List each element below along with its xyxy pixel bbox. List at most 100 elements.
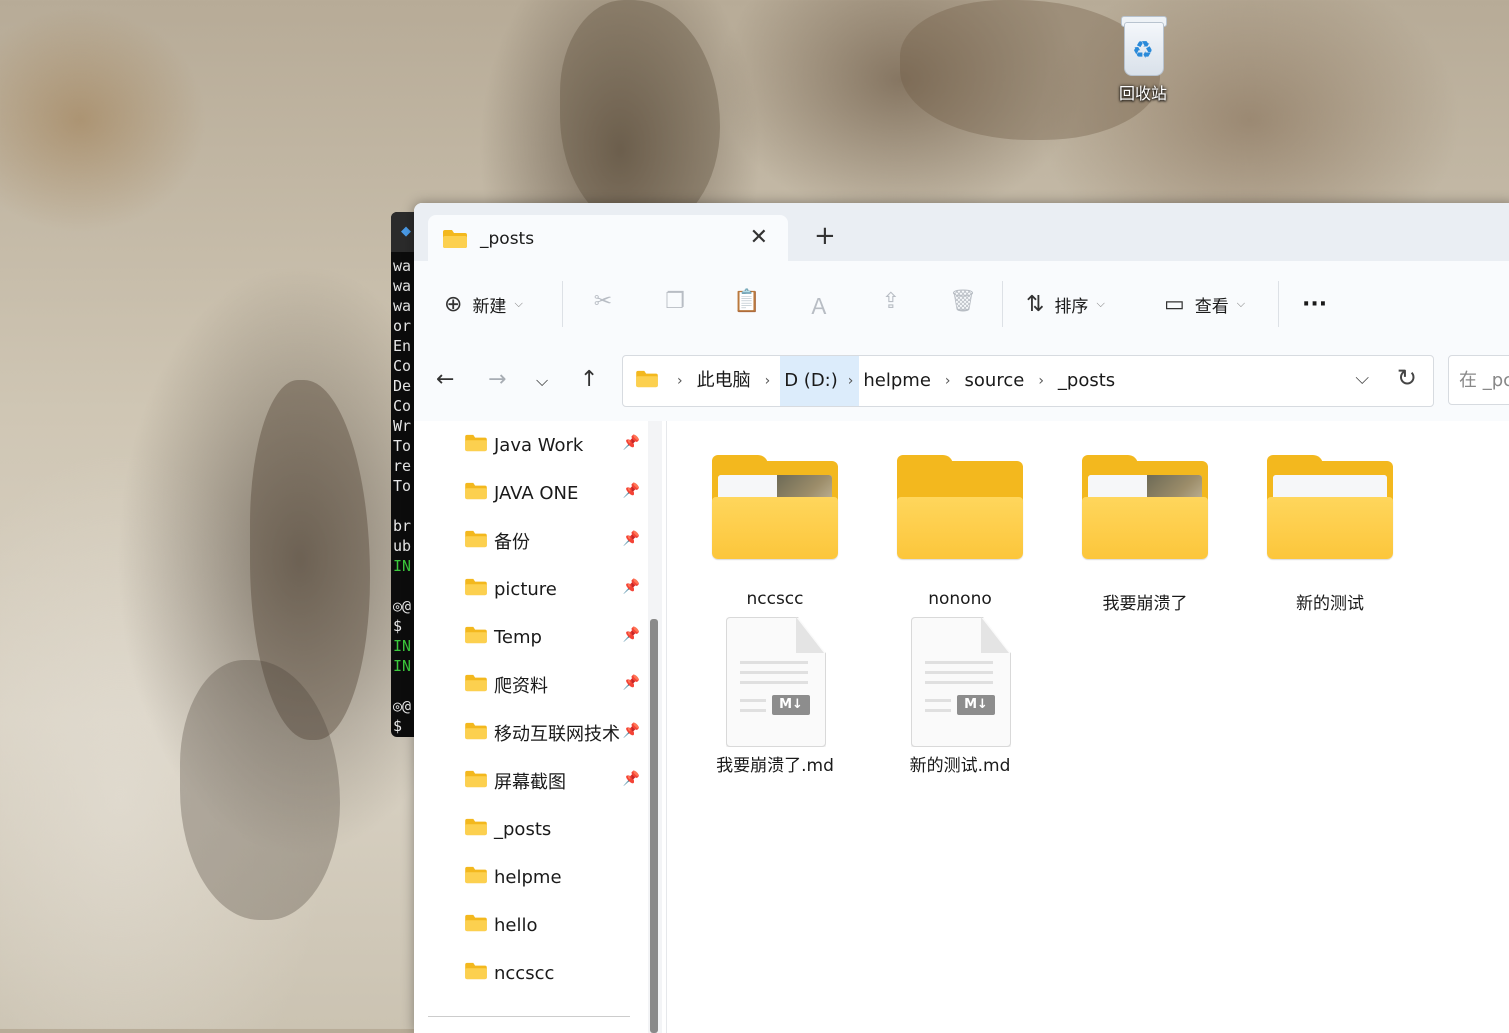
- sidebar-item[interactable]: JAVA ONE 📌: [464, 475, 644, 511]
- folder-icon: [464, 482, 488, 505]
- pin-icon: 📌: [622, 723, 640, 739]
- terminal-line: Wr: [393, 417, 412, 435]
- pin-icon: 📌: [622, 531, 640, 547]
- paste-icon[interactable]: 📋: [732, 289, 762, 314]
- large-folder-icon: [1082, 455, 1208, 561]
- file-name-label: 新的测试: [1296, 594, 1364, 614]
- tab-posts[interactable]: _posts ✕: [428, 215, 788, 263]
- sort-button[interactable]: ⇅ 排序 ⌵: [1026, 289, 1105, 319]
- folder-icon: [464, 530, 488, 553]
- sidebar-item[interactable]: Java Work 📌: [464, 427, 644, 463]
- breadcrumb-d-drive[interactable]: D (D:): [780, 356, 842, 406]
- sort-label: 排序: [1054, 296, 1089, 317]
- up-arrow-icon[interactable]: ↑: [580, 367, 598, 392]
- terminal-line: En: [393, 337, 412, 355]
- sidebar-item-label: hello: [494, 914, 538, 936]
- folder-icon: [464, 674, 488, 697]
- more-options-button[interactable]: ···: [1302, 289, 1327, 319]
- terminal-line: or: [393, 317, 412, 335]
- toolbar-divider: [1002, 281, 1003, 327]
- navigation-scrollbar-thumb[interactable]: [650, 619, 658, 1033]
- chevron-down-icon: ⌵: [1096, 297, 1105, 310]
- copy-icon[interactable]: ❐: [660, 289, 690, 314]
- breadcrumb-separator-icon[interactable]: ›: [755, 373, 781, 389]
- md-badge: M↓: [957, 695, 995, 715]
- pin-icon: 📌: [622, 483, 640, 499]
- folder-item[interactable]: 我要崩溃了: [1060, 451, 1230, 614]
- terminal-window[interactable]: ◆ wa wa wa or En Co De Co Wr To re To br ub IN ◎@ $ IN I…: [391, 212, 415, 737]
- sidebar-item-label: picture: [494, 578, 557, 600]
- folder-item[interactable]: 新的测试: [1245, 451, 1415, 614]
- view-button[interactable]: ▭ 查看 ⌵: [1164, 289, 1245, 319]
- sidebar-item-label: Java Work: [494, 434, 584, 456]
- sidebar-item[interactable]: 爬资料 📌: [464, 667, 644, 703]
- sidebar-item[interactable]: _posts: [464, 811, 644, 847]
- sidebar-item[interactable]: Temp 📌: [464, 619, 644, 655]
- file-item[interactable]: M↓ 我要崩溃了.md: [690, 617, 860, 776]
- new-tab-button[interactable]: +: [814, 223, 836, 249]
- folder-icon: [464, 866, 488, 889]
- terminal-line: IN: [393, 657, 412, 675]
- close-tab-button[interactable]: ✕: [750, 225, 768, 250]
- sidebar-item-label: 备份: [494, 532, 530, 553]
- file-list: nccscc nonono 我要崩溃了 新的测试 nccs M↓ 我要崩溃了.md M↓ 新的测…: [667, 421, 1509, 1033]
- sidebar-item[interactable]: nccscc: [464, 955, 644, 991]
- breadcrumb-source[interactable]: source: [961, 356, 1029, 406]
- recycle-bin-desktop-icon[interactable]: ♻ 回收站: [1108, 14, 1178, 104]
- folder-icon: [464, 578, 488, 601]
- new-label: 新建: [472, 296, 507, 317]
- share-icon[interactable]: ⇪: [876, 289, 906, 314]
- sidebar-item[interactable]: 备份 📌: [464, 523, 644, 559]
- md-badge: M↓: [772, 695, 810, 715]
- breadcrumb-separator-icon[interactable]: ›: [667, 373, 693, 389]
- back-arrow-icon[interactable]: ←: [436, 367, 454, 392]
- rename-icon[interactable]: Ａ: [804, 289, 834, 321]
- terminal-titlebar[interactable]: ◆: [391, 212, 415, 252]
- tab-title: _posts: [480, 229, 535, 249]
- sidebar-item-label: helpme: [494, 866, 562, 888]
- forward-arrow-icon[interactable]: →: [488, 367, 506, 392]
- new-button[interactable]: ⊕ 新建 ⌵: [444, 289, 523, 319]
- breadcrumb-helpme[interactable]: helpme: [859, 356, 935, 406]
- sidebar-item[interactable]: 移动互联网技术 📌: [464, 715, 644, 751]
- tab-bar: _posts ✕ +: [414, 203, 1509, 263]
- breadcrumb-separator-icon[interactable]: ›: [935, 373, 961, 389]
- large-folder-icon: [897, 455, 1023, 561]
- folder-item[interactable]: nonono: [875, 451, 1045, 609]
- pin-icon: 📌: [622, 675, 640, 691]
- file-name-label: nonono: [928, 589, 992, 609]
- folder-icon: [464, 626, 488, 649]
- file-name-label: 我要崩溃了: [1102, 594, 1188, 614]
- plus-circle-icon: ⊕: [444, 291, 463, 317]
- sidebar-item[interactable]: hello: [464, 907, 644, 943]
- command-bar: ⊕ 新建 ⌵ ✂ ❐ 📋 Ａ ⇪ 🗑 ⇅ 排序 ⌵ ▭ 查看 ⌵ ···: [414, 261, 1509, 346]
- sidebar-item[interactable]: helpme: [464, 859, 644, 895]
- recent-locations-chevron-icon[interactable]: ⌵: [536, 371, 548, 391]
- terminal-line: ◎@: [393, 697, 412, 715]
- file-explorer-window: _posts ✕ + ⊕ 新建 ⌵ ✂ ❐ 📋 Ａ ⇪ 🗑 ⇅ 排序 ⌵ ▭ 查…: [414, 203, 1509, 1033]
- sidebar-item[interactable]: picture 📌: [464, 571, 644, 607]
- file-name-label: 我要崩溃了.md: [716, 756, 834, 776]
- terminal-line: re: [393, 457, 412, 475]
- folder-icon: [464, 962, 488, 985]
- breadcrumb-separator-icon[interactable]: ›: [1028, 373, 1054, 389]
- breadcrumb-this-pc[interactable]: 此电脑: [693, 356, 755, 406]
- refresh-icon[interactable]: ↻: [1397, 364, 1417, 392]
- file-name-label: nccscc: [746, 589, 804, 609]
- address-bar[interactable]: › 此电脑 › D (D:) › helpme › source › _post…: [622, 355, 1434, 407]
- file-item[interactable]: nccs: [1430, 451, 1509, 521]
- delete-icon[interactable]: 🗑: [948, 289, 978, 314]
- search-input[interactable]: 在 _pc: [1448, 355, 1509, 405]
- terminal-line: $: [393, 617, 403, 635]
- sidebar-item[interactable]: 屏幕截图 📌: [464, 763, 644, 799]
- breadcrumb-posts[interactable]: _posts: [1054, 356, 1119, 406]
- file-item[interactable]: M↓ 新的测试.md: [875, 617, 1045, 776]
- breadcrumb-separator-icon[interactable]: ›: [841, 356, 860, 406]
- cut-icon[interactable]: ✂: [588, 289, 618, 314]
- folder-item[interactable]: nccscc: [690, 451, 860, 609]
- terminal-line: wa: [393, 297, 412, 315]
- address-history-chevron-icon[interactable]: ⌵: [1355, 368, 1369, 389]
- chevron-down-icon: ⌵: [1236, 297, 1246, 310]
